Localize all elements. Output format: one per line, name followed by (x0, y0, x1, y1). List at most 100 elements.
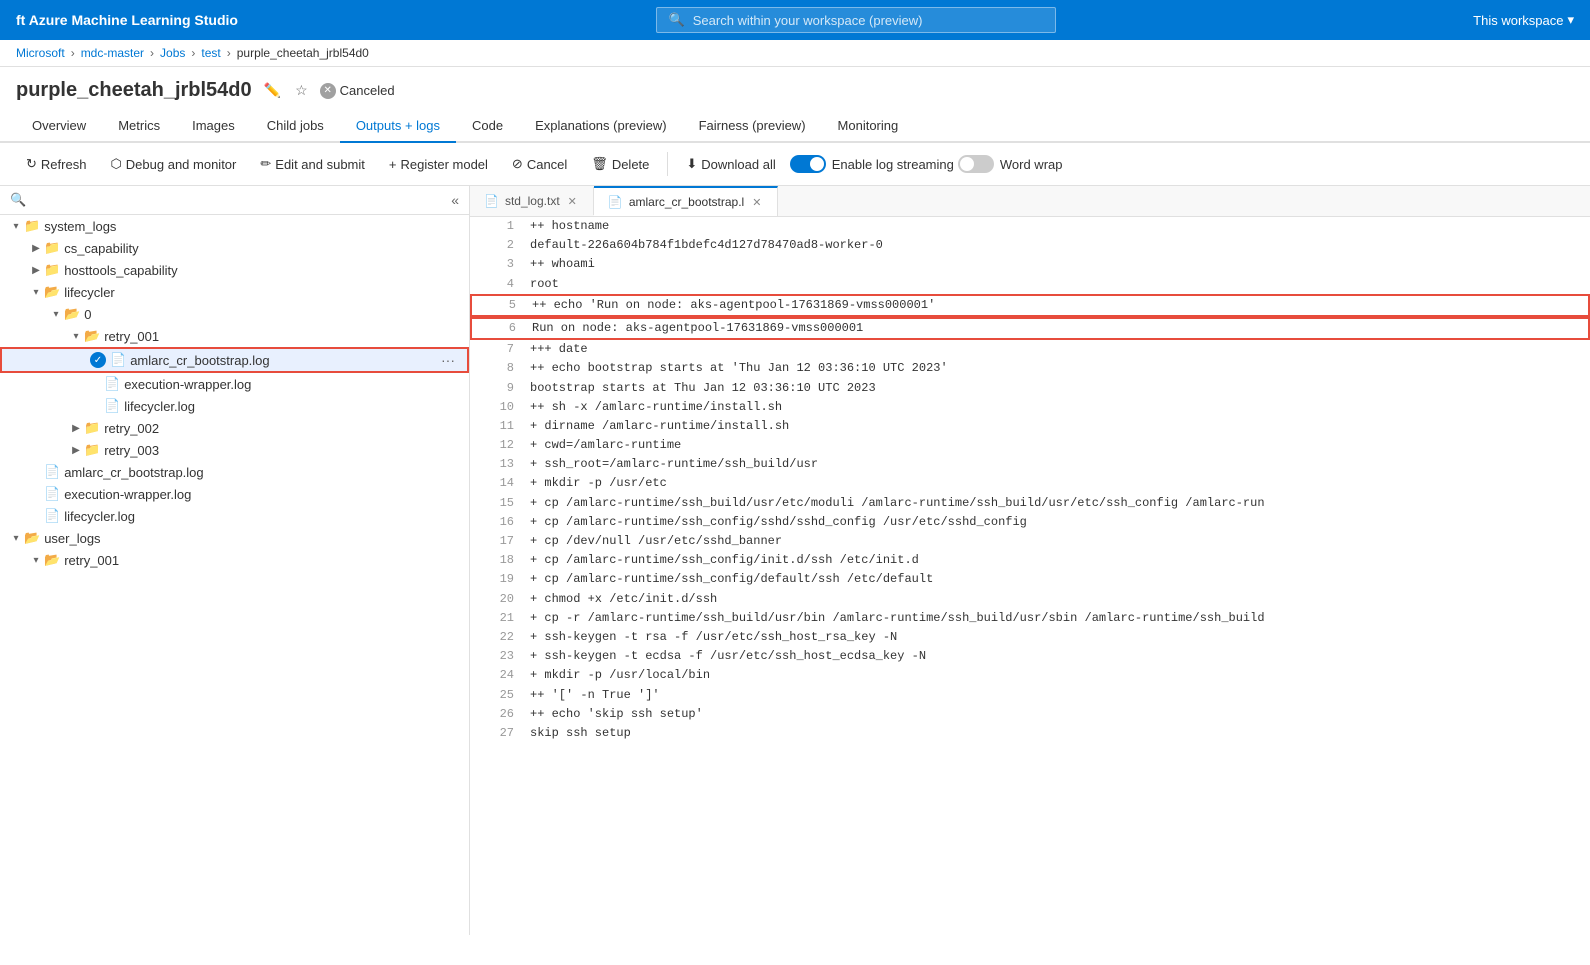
code-line: 1++ hostname (470, 217, 1590, 236)
page-header: purple_cheetah_jrbl54d0 ✏️ ☆ ✕ Canceled (0, 67, 1590, 110)
tree-item-execution-wrapper2[interactable]: 📄 execution-wrapper.log (0, 483, 469, 505)
line-number: 3 (478, 255, 514, 274)
tree-item-lifecycler-log[interactable]: 📄 lifecycler.log (0, 395, 469, 417)
log-streaming-track[interactable] (790, 155, 826, 173)
refresh-button[interactable]: ↻ Refresh (16, 151, 96, 177)
tree-item-system-logs[interactable]: ▾ 📁 system_logs (0, 215, 469, 237)
edit-title-button[interactable]: ✏️ (262, 80, 283, 101)
line-number: 19 (478, 570, 514, 589)
tree-item-label: lifecycler.log (124, 399, 461, 414)
tree-item-hosttools[interactable]: ▶ 📁 hosttools_capability (0, 259, 469, 281)
line-content: default-226a604b784f1bdefc4d127d78470ad8… (530, 236, 883, 255)
breadcrumb-microsoft[interactable]: Microsoft (16, 46, 65, 60)
tree-item-amlarc-log2[interactable]: 📄 amlarc_cr_bootstrap.log (0, 461, 469, 483)
chevron-icon: ▾ (48, 309, 64, 320)
file-icon: 📄 (484, 194, 499, 208)
debug-icon: ⬡ (110, 156, 121, 172)
tree-item-user-retry001[interactable]: ▾ 📂 retry_001 (0, 549, 469, 571)
cancel-button[interactable]: ⊘ Cancel (502, 151, 577, 177)
chevron-icon: ▾ (8, 221, 24, 232)
tab-outputs-logs[interactable]: Outputs + logs (340, 110, 456, 143)
code-line: 6Run on node: aks-agentpool-17631869-vms… (470, 317, 1590, 340)
tab-overview[interactable]: Overview (16, 110, 102, 143)
tree-item-cs-capability[interactable]: ▶ 📁 cs_capability (0, 237, 469, 259)
chevron-icon: ▾ (8, 533, 24, 544)
folder-icon: 📁 (24, 218, 40, 234)
log-streaming-thumb (810, 157, 824, 171)
collapse-button[interactable]: « (451, 192, 459, 208)
code-line: 12+ cwd=/amlarc-runtime (470, 436, 1590, 455)
delete-button[interactable]: 🗑 Delete (581, 151, 659, 177)
close-tab-button[interactable]: ✕ (566, 195, 579, 208)
search-icon: 🔍 (10, 192, 26, 208)
line-number: 25 (478, 686, 514, 705)
tab-fairness[interactable]: Fairness (preview) (683, 110, 822, 143)
edit-submit-label: Edit and submit (275, 157, 365, 172)
code-tab-amlarc[interactable]: 📄 amlarc_cr_bootstrap.l ✕ (594, 186, 779, 216)
code-tab-std-log[interactable]: 📄 std_log.txt ✕ (470, 187, 594, 215)
log-streaming-toggle[interactable]: Enable log streaming (790, 155, 954, 173)
line-content: + cp /amlarc-runtime/ssh_config/default/… (530, 570, 933, 589)
line-number: 16 (478, 513, 514, 532)
code-line: 19 + cp /amlarc-runtime/ssh_config/defaul… (470, 570, 1590, 589)
edit-submit-button[interactable]: ✏ Edit and submit (250, 151, 375, 177)
workspace-selector[interactable]: This workspace ▾ (1473, 12, 1574, 28)
status-text: Canceled (340, 83, 395, 98)
debug-monitor-button[interactable]: ⬡ Debug and monitor (100, 151, 246, 177)
folder-open-icon: 📂 (84, 328, 100, 344)
line-content: skip ssh setup (530, 724, 631, 743)
delete-label: Delete (612, 157, 650, 172)
download-all-label: Download all (701, 157, 775, 172)
more-button[interactable]: ··· (437, 352, 459, 368)
breadcrumb-test[interactable]: test (201, 46, 220, 60)
line-content: + cp /amlarc-runtime/ssh_config/init.d/s… (530, 551, 919, 570)
tree-item-label: retry_003 (104, 443, 461, 458)
tab-images[interactable]: Images (176, 110, 251, 143)
line-number: 18 (478, 551, 514, 570)
favorite-button[interactable]: ☆ (293, 80, 310, 101)
line-content: bootstrap starts at Thu Jan 12 03:36:10 … (530, 379, 876, 398)
tree-item-retry002[interactable]: ▶ 📁 retry_002 (0, 417, 469, 439)
line-content: ++ '[' -n True ']' (530, 686, 660, 705)
tree-item-user-logs[interactable]: ▾ 📂 user_logs (0, 527, 469, 549)
code-line: 10++ sh -x /amlarc-runtime/install.sh (470, 398, 1590, 417)
line-number: 22 (478, 628, 514, 647)
breadcrumb-jobs[interactable]: Jobs (160, 46, 185, 60)
tab-explanations[interactable]: Explanations (preview) (519, 110, 683, 143)
tree-item-0[interactable]: ▾ 📂 0 (0, 303, 469, 325)
tree-item-retry003[interactable]: ▶ 📁 retry_003 (0, 439, 469, 461)
download-all-button[interactable]: ⬇ Download all (676, 151, 785, 177)
line-number: 6 (480, 319, 516, 338)
word-wrap-track[interactable] (958, 155, 994, 173)
word-wrap-toggle[interactable]: Word wrap (958, 155, 1063, 173)
tree-item-label: amlarc_cr_bootstrap.log (130, 353, 437, 368)
tab-monitoring[interactable]: Monitoring (822, 110, 915, 143)
folder-icon: 📁 (44, 240, 60, 256)
line-content: + ssh-keygen -t rsa -f /usr/etc/ssh_host… (530, 628, 897, 647)
tab-child-jobs[interactable]: Child jobs (251, 110, 340, 143)
code-line: 16+ cp /amlarc-runtime/ssh_config/sshd/s… (470, 513, 1590, 532)
line-content: ++ echo 'skip ssh setup' (530, 705, 703, 724)
tree-item-lifecycler[interactable]: ▾ 📂 lifecycler (0, 281, 469, 303)
tab-code[interactable]: Code (456, 110, 519, 143)
close-tab-button[interactable]: ✕ (750, 196, 763, 209)
tree-item-retry001[interactable]: ▾ 📂 retry_001 (0, 325, 469, 347)
tree-item-amlarc-bootstrap[interactable]: ✓ 📄 amlarc_cr_bootstrap.log ··· (0, 347, 469, 373)
tree-item-label: system_logs (44, 219, 461, 234)
line-content: + dirname /amlarc-runtime/install.sh (530, 417, 789, 436)
line-number: 2 (478, 236, 514, 255)
register-model-button[interactable]: + Register model (379, 152, 498, 177)
status-badge: ✕ Canceled (320, 83, 395, 99)
file-icon: 📄 (44, 464, 60, 480)
tree-item-lifecycler-log2[interactable]: 📄 lifecycler.log (0, 505, 469, 527)
search-bar[interactable]: 🔍 Search within your workspace (preview) (656, 7, 1056, 33)
line-content: ++ hostname (530, 217, 609, 236)
code-line: 3++ whoami (470, 255, 1590, 274)
tree-item-execution-wrapper[interactable]: 📄 execution-wrapper.log (0, 373, 469, 395)
line-content: + cp -r /amlarc-runtime/ssh_build/usr/bi… (530, 609, 1265, 628)
code-line: 5++ echo 'Run on node: aks-agentpool-176… (470, 294, 1590, 317)
line-content: + ssh-keygen -t ecdsa -f /usr/etc/ssh_ho… (530, 647, 926, 666)
breadcrumb-mdc-master[interactable]: mdc-master (81, 46, 144, 60)
code-line: 23+ ssh-keygen -t ecdsa -f /usr/etc/ssh_… (470, 647, 1590, 666)
tab-metrics[interactable]: Metrics (102, 110, 176, 143)
